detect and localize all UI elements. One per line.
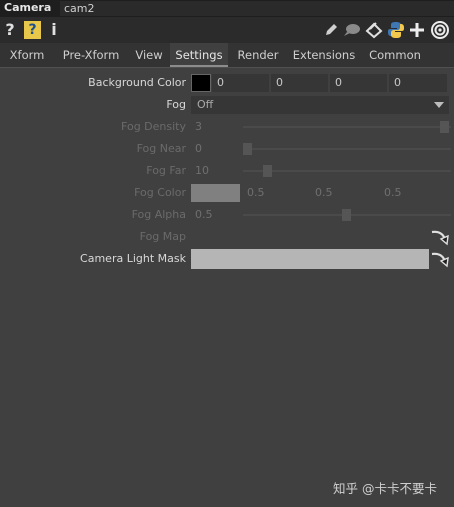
param-label: Background Color: [88, 76, 186, 89]
help-icon[interactable]: ?: [4, 20, 16, 40]
slider-track: [243, 170, 451, 172]
slider-handle[interactable]: [263, 165, 272, 177]
param-fog-density: Fog Density 3: [0, 117, 454, 137]
fog-near-value[interactable]: 0: [195, 139, 202, 159]
add-icon[interactable]: [409, 22, 425, 38]
python-icon[interactable]: [387, 21, 405, 39]
edit-icon[interactable]: [323, 22, 339, 38]
tab-extensions[interactable]: Extensions: [288, 43, 360, 67]
title-bar: Camera cam2: [0, 0, 454, 17]
parameter-tabs: Xform Pre-Xform View Settings Render Ext…: [0, 43, 454, 68]
param-fog: Fog Off: [0, 95, 454, 115]
tab-render[interactable]: Render: [232, 43, 284, 67]
tab-settings[interactable]: Settings: [170, 43, 228, 67]
param-fog-alpha: Fog Alpha 0.5: [0, 205, 454, 225]
chevron-down-icon: [434, 102, 444, 108]
target-icon[interactable]: [430, 20, 450, 40]
tab-view[interactable]: View: [131, 43, 167, 67]
fog-alpha-value[interactable]: 0.5: [195, 205, 213, 225]
tab-common[interactable]: Common: [364, 43, 426, 67]
param-label: Fog: [166, 98, 186, 111]
param-background-color: Background Color 0 0 0 0: [0, 73, 454, 93]
red-value[interactable]: 0.5: [247, 183, 265, 203]
operator-name-field[interactable]: cam2: [60, 1, 454, 16]
comment-icon[interactable]: [343, 23, 361, 37]
blue-field[interactable]: 0: [330, 74, 387, 92]
blue-value[interactable]: 0.5: [384, 183, 402, 203]
tab-xform[interactable]: Xform: [4, 43, 50, 67]
green-value[interactable]: 0.5: [315, 183, 333, 203]
fog-map-field[interactable]: [191, 228, 427, 246]
param-label: Fog Density: [121, 120, 186, 133]
param-label: Camera Light Mask: [80, 252, 186, 265]
slider-handle[interactable]: [342, 209, 351, 221]
param-fog-color: Fog Color 0.5 0.5 0.5: [0, 183, 454, 203]
python-help-icon[interactable]: ?: [24, 21, 41, 39]
slider-handle[interactable]: [243, 143, 252, 155]
drop-target-icon[interactable]: [430, 228, 450, 246]
param-camera-light-mask: Camera Light Mask: [0, 249, 454, 269]
param-fog-far: Fog Far 10: [0, 161, 454, 181]
param-label: Fog Color: [134, 186, 186, 199]
color-swatch[interactable]: [191, 74, 211, 92]
info-icon[interactable]: i: [49, 20, 59, 40]
clone-icon[interactable]: [365, 21, 383, 39]
param-fog-near: Fog Near 0: [0, 139, 454, 159]
fog-far-value[interactable]: 10: [195, 161, 209, 181]
tab-pre-xform[interactable]: Pre-Xform: [55, 43, 127, 67]
slider-track: [243, 148, 451, 150]
alpha-field[interactable]: 0: [389, 74, 447, 92]
fog-dropdown[interactable]: Off: [191, 96, 449, 114]
watermark: 知乎 @卡卡不要卡: [333, 481, 437, 496]
parameter-toolbar: ? ? i: [0, 17, 454, 43]
operator-type-label: Camera: [4, 1, 52, 14]
fog-density-value[interactable]: 3: [195, 117, 202, 137]
param-label: Fog Far: [146, 164, 186, 177]
param-label: Fog Alpha: [131, 208, 186, 221]
camera-light-mask-field[interactable]: [191, 249, 429, 269]
drop-target-icon[interactable]: [430, 250, 450, 268]
fog-dropdown-value: Off: [197, 98, 214, 111]
param-fog-map: Fog Map: [0, 227, 454, 247]
slider-handle[interactable]: [440, 121, 449, 133]
param-label: Fog Map: [139, 230, 186, 243]
slider-track: [243, 126, 451, 128]
red-field[interactable]: 0: [212, 74, 269, 92]
param-label: Fog Near: [136, 142, 186, 155]
color-swatch[interactable]: [191, 184, 240, 202]
green-field[interactable]: 0: [271, 74, 328, 92]
